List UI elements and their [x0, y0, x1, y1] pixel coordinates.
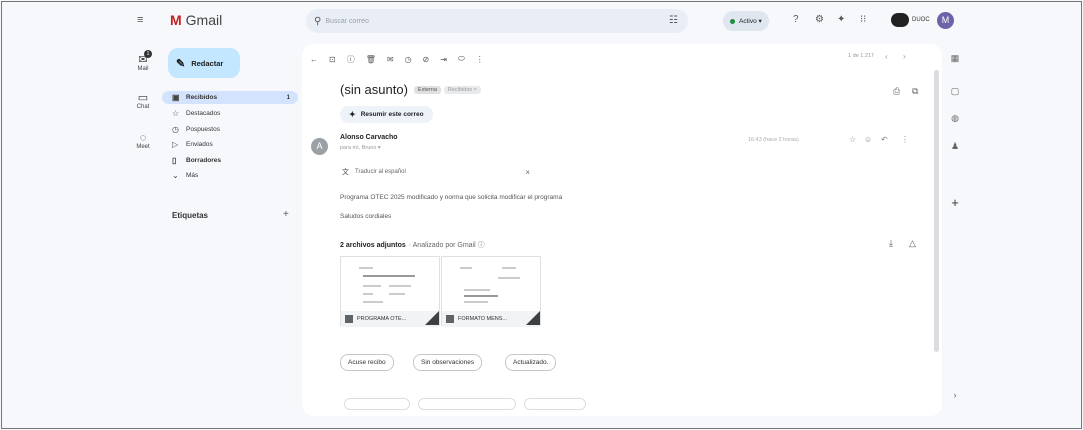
chevron-down-icon: ⌄: [172, 171, 179, 180]
message-body: Programa OTEC 2025 modificado y norma qu…: [340, 194, 563, 201]
page-corner: [526, 311, 540, 325]
settings-icon[interactable]: ⚙: [815, 14, 824, 25]
emoji-reaction-button[interactable]: [524, 398, 586, 410]
delete-icon[interactable]: 🗑: [366, 55, 376, 64]
nav-item-more[interactable]: ⌄ Más: [162, 169, 298, 182]
snooze-icon[interactable]: ◷: [405, 55, 412, 64]
nav-item-snoozed[interactable]: ◷ Pospuestos: [162, 123, 298, 136]
contacts-icon[interactable]: ♟: [948, 141, 962, 152]
page-corner: [425, 311, 439, 325]
add-addon-icon[interactable]: +: [948, 195, 962, 210]
translate-icon: 文: [342, 169, 349, 176]
clock-icon: ◷: [172, 125, 179, 134]
nav-item-sent[interactable]: ▷ Enviados: [162, 138, 298, 151]
move-to-icon[interactable]: ⇥: [440, 55, 447, 64]
next-icon[interactable]: ›: [903, 52, 906, 61]
add-to-drive-icon[interactable]: △: [909, 238, 916, 249]
sender-avatar: A: [311, 138, 328, 155]
sender-name: Alonso Carvacho: [340, 134, 398, 141]
label-chip[interactable]: Externa: [413, 85, 441, 94]
forward-button[interactable]: [418, 398, 516, 410]
help-icon[interactable]: ?: [793, 14, 799, 25]
compose-button[interactable]: ✎ Redactar: [168, 48, 240, 78]
message-panel: [302, 44, 942, 416]
reply-icon[interactable]: ↶: [881, 135, 888, 144]
chat-icon: ▭: [137, 92, 149, 104]
attachment-card[interactable]: PROGRAMA OTE...: [340, 256, 440, 327]
download-all-icon[interactable]: ⤓: [889, 238, 893, 249]
smart-reply-button[interactable]: Acuse recibo: [340, 354, 394, 371]
message-toolbar: ← ⊡ ⓘ 🗑 ✉ ◷ ⊘ ⇥ ⬭ ⋮: [310, 52, 495, 66]
rail-meet[interactable]: ◌ Meet: [128, 132, 158, 150]
email-subject: (sin asunto) Externa Recibidos ×: [340, 82, 481, 97]
reply-button[interactable]: [344, 398, 410, 410]
sparkle-icon: ✦: [349, 110, 356, 119]
search-input[interactable]: Buscar correo: [325, 18, 369, 25]
attachment-card[interactable]: FORMATO MENS...: [441, 256, 541, 327]
prev-icon[interactable]: ‹: [885, 52, 888, 61]
translate-bar[interactable]: 文 Traducir al español ×: [342, 165, 530, 179]
file-icon: [345, 315, 353, 323]
summarize-button[interactable]: ✦ Resumir este correo: [340, 106, 433, 123]
emoji-icon[interactable]: ☺: [864, 135, 872, 144]
rail-chat[interactable]: ▭ Chat: [128, 92, 158, 110]
nav-item-inbox[interactable]: ▣ Recibidos 1: [162, 91, 298, 104]
search-bar[interactable]: ⚲ Buscar correo ☷: [306, 9, 688, 33]
label-icon[interactable]: ⬭: [458, 54, 465, 64]
more-icon[interactable]: ⋮: [901, 135, 909, 144]
nav-item-starred[interactable]: ☆ Destacados: [162, 107, 298, 120]
page-info: 1 de 1.217: [848, 53, 874, 59]
mail-icon: ✉: [138, 54, 148, 66]
add-label-icon[interactable]: +: [283, 209, 289, 220]
status-dot: [730, 18, 735, 24]
attachment-name: FORMATO MENS...: [458, 316, 507, 322]
add-task-icon[interactable]: ⊘: [423, 55, 430, 64]
smart-reply-button[interactable]: Actualizado.: [505, 354, 557, 371]
label-chip[interactable]: Recibidos ×: [443, 85, 481, 94]
org-logo-shape: [891, 13, 909, 27]
star-icon: ☆: [172, 109, 180, 118]
apps-icon[interactable]: ⁝⁝: [860, 14, 866, 25]
account-avatar[interactable]: M: [937, 12, 954, 29]
inbox-icon: ▣: [172, 93, 180, 102]
file-icon: [446, 315, 454, 323]
archive-icon[interactable]: ⊡: [329, 55, 336, 64]
back-icon[interactable]: ←: [310, 55, 318, 64]
more-icon[interactable]: ⋮: [476, 55, 484, 64]
recipients[interactable]: para mí, Bruno ▾: [340, 145, 381, 151]
send-icon: ▷: [172, 140, 179, 149]
mark-unread-icon[interactable]: ✉: [387, 55, 394, 64]
status-button[interactable]: Activo ▾: [723, 11, 769, 31]
rail-mail[interactable]: ✉ Mail: [128, 54, 158, 72]
message-signoff: Saludos cordiales: [340, 213, 392, 220]
gmail-logo[interactable]: M Gmail: [170, 12, 222, 28]
pencil-icon: ✎: [176, 57, 186, 70]
star-icon[interactable]: ☆: [849, 135, 856, 144]
tasks-icon[interactable]: ◍: [948, 113, 962, 124]
keep-icon[interactable]: ▢: [948, 86, 962, 97]
message-date: 16:43 (hace 2 horas): [748, 137, 799, 143]
report-icon[interactable]: ⓘ: [347, 54, 355, 65]
scrollbar[interactable]: [934, 70, 939, 352]
attachment-preview: [349, 263, 433, 308]
close-icon[interactable]: ×: [525, 168, 530, 177]
open-new-window-icon[interactable]: ⧉: [912, 86, 918, 97]
labels-heading: Etiquetas: [172, 211, 209, 220]
expand-panel-icon[interactable]: ›: [948, 390, 962, 400]
video-icon: ◌: [139, 132, 147, 144]
search-icon[interactable]: ⚲: [314, 16, 321, 27]
gemini-icon[interactable]: ✦: [837, 14, 845, 25]
app-rail: ✉ Mail ▭ Chat ◌ Meet: [128, 8, 158, 418]
attachment-preview: [450, 263, 534, 308]
attachment-name: PROGRAMA OTE...: [357, 316, 407, 322]
attachments-header: 2 archivos adjuntos · Analizado por Gmail…: [340, 241, 485, 250]
smart-reply-button[interactable]: Sin observaciones: [413, 354, 483, 371]
org-logo[interactable]: DUOC: [891, 10, 930, 30]
nav-item-drafts[interactable]: ▯ Borradores: [162, 154, 298, 167]
calendar-icon[interactable]: ▦: [948, 53, 962, 64]
rail-badge: 1: [144, 50, 152, 58]
filter-options-icon[interactable]: ☷: [669, 15, 678, 26]
draft-icon: ▯: [172, 156, 177, 165]
print-icon[interactable]: ⎙: [893, 86, 900, 97]
